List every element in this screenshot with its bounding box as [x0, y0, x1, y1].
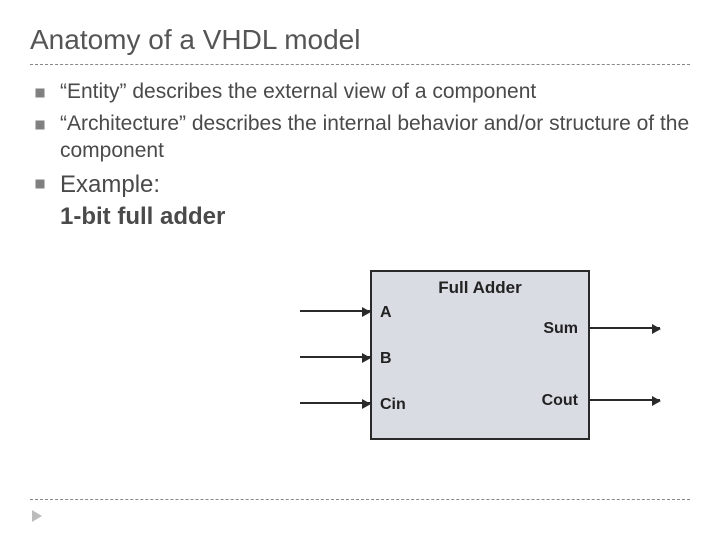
footer-divider — [30, 499, 690, 500]
wire-in-b — [300, 356, 370, 358]
adder-box-title: Full Adder — [372, 278, 588, 298]
bullet-example: Example: 1-bit full adder — [30, 170, 690, 232]
wire-in-cin — [300, 402, 370, 404]
bullet-list: “Entity” describes the external view of … — [30, 79, 690, 232]
full-adder-diagram: Full Adder A B Cin Sum Cout — [300, 260, 680, 480]
bullet-entity: “Entity” describes the external view of … — [30, 79, 690, 105]
bullet-architecture: “Architecture” describes the internal be… — [30, 111, 690, 164]
example-label: Example: — [60, 170, 690, 200]
slide-title: Anatomy of a VHDL model — [30, 24, 690, 56]
nav-triangle-icon — [32, 510, 42, 522]
slide-content: “Entity” describes the external view of … — [30, 79, 690, 232]
wire-out-cout — [590, 399, 660, 401]
slide: Anatomy of a VHDL model “Entity” describ… — [0, 0, 720, 540]
port-label-cout: Cout — [542, 392, 578, 410]
port-label-b: B — [380, 350, 392, 368]
wire-out-sum — [590, 327, 660, 329]
adder-box: Full Adder A B Cin Sum Cout — [370, 270, 590, 440]
example-name: 1-bit full adder — [60, 202, 690, 232]
wire-in-a — [300, 310, 370, 312]
port-label-sum: Sum — [543, 320, 578, 338]
port-label-cin: Cin — [380, 396, 406, 414]
port-label-a: A — [380, 304, 392, 322]
title-divider — [30, 64, 690, 65]
